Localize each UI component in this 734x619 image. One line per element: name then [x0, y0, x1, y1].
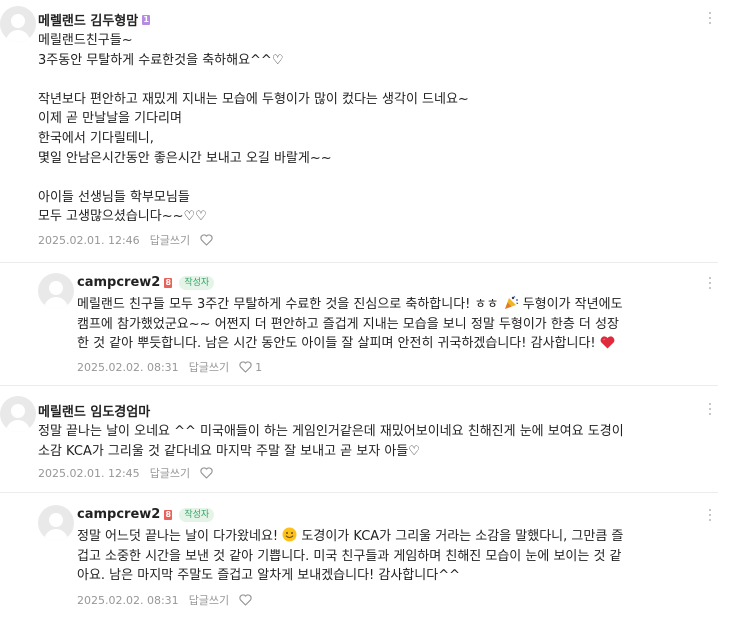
smile-emoji [282, 527, 297, 542]
comment-author[interactable]: 메렐랜드 김두형맘 [38, 10, 138, 29]
comment-date: 2025.02.01. 12:45 [38, 466, 140, 480]
comment-meta: 2025.02.01. 12:45 답글쓰기 [38, 465, 216, 481]
comment-text-part: 메릴랜드 친구들 모두 3주간 무탈하게 수료한 것을 진심으로 축하합니다! … [77, 297, 503, 312]
author-line: campcrew2 8 작성자 [77, 507, 215, 522]
avatar[interactable] [38, 273, 74, 309]
heart-icon [239, 594, 252, 606]
comment-text-part: 정말 어느덧 끝나는 날이 다가왔네요! [77, 529, 283, 544]
author-line: campcrew2 8 작성자 [77, 275, 215, 290]
like-button[interactable] [239, 594, 255, 606]
comment-text: 정말 어느덧 끝나는 날이 다가왔네요! 도경이가 KCA가 그리울 거라는 소… [77, 527, 717, 586]
reply-button[interactable]: 답글쓰기 [189, 359, 229, 375]
comment-item: 메릴랜드 임도경엄마 정말 끝나는 날이 오네요 ^^ 미국애들이 하는 게임인… [0, 386, 734, 492]
comment-meta: 2025.02.01. 12:46 답글쓰기 [38, 232, 216, 248]
party-popper-emoji [504, 295, 518, 309]
heart-icon [200, 467, 213, 479]
like-count: 1 [255, 360, 263, 374]
member-level-badge: 8 [164, 509, 173, 520]
like-button[interactable] [200, 234, 216, 246]
reply-item: campcrew2 8 작성자 정말 어느덧 끝나는 날이 다가왔네요! 도경이… [0, 493, 734, 619]
writer-tag: 작성자 [179, 275, 215, 290]
comment-meta: 2025.02.02. 08:31 답글쓰기 1 [77, 359, 262, 375]
reply-button[interactable]: 답글쓰기 [150, 232, 190, 248]
avatar-shoulders-shape [44, 297, 68, 309]
comment-text: 메릴랜드 친구들 모두 3주간 무탈하게 수료한 것을 진심으로 축하합니다! … [77, 295, 717, 354]
comment-author[interactable]: campcrew2 [77, 507, 160, 522]
red-heart-emoji [600, 336, 615, 349]
reply-button[interactable]: 답글쓰기 [150, 465, 190, 481]
author-line: 메렐랜드 김두형맘 1 [38, 10, 151, 29]
avatar-head-shape [11, 14, 25, 28]
avatar-head-shape [49, 281, 63, 295]
avatar-shoulders-shape [44, 529, 68, 541]
reply-button[interactable]: 답글쓰기 [189, 592, 229, 608]
avatar[interactable] [0, 6, 36, 42]
avatar-head-shape [11, 404, 25, 418]
like-button[interactable] [200, 467, 216, 479]
writer-tag: 작성자 [179, 507, 215, 522]
like-button[interactable]: 1 [239, 361, 262, 374]
author-line: 메릴랜드 임도경엄마 [38, 401, 150, 420]
avatar-shoulders-shape [6, 30, 30, 42]
more-options-icon[interactable] [704, 507, 716, 523]
member-level-badge: 1 [142, 14, 151, 25]
comment-item: 메렐랜드 김두형맘 1 메릴랜드친구들~ 3주동안 무탈하게 수료한것을 축하해… [0, 0, 734, 262]
comment-author[interactable]: 메릴랜드 임도경엄마 [38, 401, 150, 420]
comment-date: 2025.02.01. 12:46 [38, 233, 140, 247]
comment-text: 메릴랜드친구들~ 3주동안 무탈하게 수료한것을 축하해요^^♡ 작년보다 편안… [38, 33, 469, 225]
more-options-icon[interactable] [704, 401, 716, 417]
reply-item: campcrew2 8 작성자 메릴랜드 친구들 모두 3주간 무탈하게 수료한… [0, 263, 734, 385]
more-options-icon[interactable] [704, 10, 716, 26]
avatar-head-shape [49, 513, 63, 527]
heart-icon [200, 234, 213, 246]
comment-date: 2025.02.02. 08:31 [77, 360, 179, 374]
heart-icon [239, 361, 252, 373]
comment-author[interactable]: campcrew2 [77, 275, 160, 290]
avatar[interactable] [0, 396, 36, 432]
comment-text: 정말 끝나는 날이 오네요 ^^ 미국애들이 하는 게임인거같은데 재밌어보이네… [38, 424, 624, 459]
more-options-icon[interactable] [704, 275, 716, 291]
avatar-shoulders-shape [6, 420, 30, 432]
member-level-badge: 8 [164, 277, 173, 288]
avatar[interactable] [38, 505, 74, 541]
comment-meta: 2025.02.02. 08:31 답글쓰기 [77, 592, 255, 608]
comment-date: 2025.02.02. 08:31 [77, 593, 179, 607]
